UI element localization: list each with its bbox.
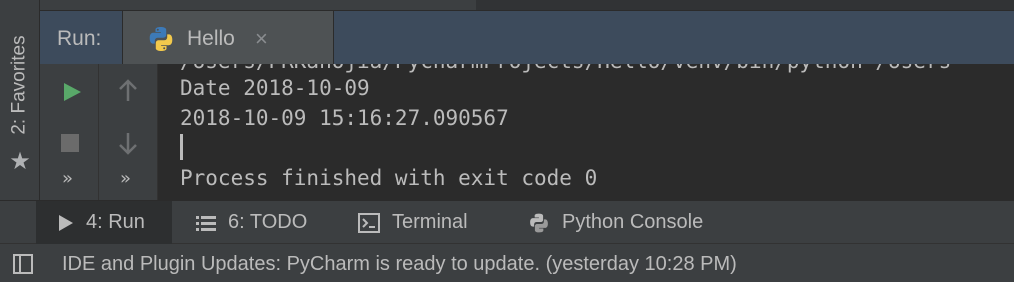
panel-toggle-icon[interactable]: [12, 253, 34, 275]
run-window-header: Run: Hello ×: [40, 10, 1014, 65]
python-icon: [149, 27, 173, 51]
top-strip: [40, 0, 1014, 10]
tab-label: Python Console: [562, 211, 704, 233]
python-icon: [528, 212, 550, 234]
status-message[interactable]: IDE and Plugin Updates: PyCharm is ready…: [62, 253, 737, 276]
run-toolbar: » »: [40, 64, 158, 200]
favorites-label: 2: Favorites: [9, 35, 31, 135]
tab-terminal[interactable]: Terminal: [358, 201, 508, 244]
arrow-down-icon[interactable]: [117, 130, 139, 156]
console-line: Date 2018-10-09: [180, 76, 370, 100]
tab-python-console[interactable]: Python Console: [528, 201, 748, 244]
tab-label: Hello: [187, 27, 235, 50]
tab-label: Terminal: [392, 211, 468, 233]
tab-label: 6: TODO: [228, 211, 308, 233]
list-icon: [196, 214, 216, 232]
stop-icon[interactable]: [61, 134, 79, 152]
tab-label: 4: Run: [86, 211, 145, 233]
text-cursor: [180, 134, 183, 160]
tab-todo[interactable]: 6: TODO: [196, 201, 336, 244]
play-icon[interactable]: [61, 81, 83, 103]
console-line: 2018-10-09 15:16:27.090567: [180, 106, 509, 130]
tool-window-bar: 4: Run 6: TODO Terminal Python Console: [0, 200, 1014, 244]
toolbar-divider: [98, 64, 99, 200]
console-line: /Users/PRKanojia/PycharmProjects/Hello/v…: [180, 64, 951, 74]
close-icon[interactable]: ×: [255, 26, 268, 52]
favorites-tab[interactable]: 2: Favorites: [2, 20, 38, 150]
terminal-icon: [358, 212, 380, 233]
status-bar: IDE and Plugin Updates: PyCharm is ready…: [0, 244, 1014, 282]
top-strip-dark: [476, 0, 1014, 10]
console-line: Process finished with exit code 0: [180, 166, 598, 190]
star-icon: ★: [9, 148, 31, 175]
tab-run[interactable]: 4: Run: [36, 201, 172, 244]
more-actions-button-2[interactable]: »: [120, 168, 131, 189]
run-tab-hello[interactable]: Hello ×: [122, 11, 334, 65]
console-output[interactable]: /Users/PRKanojia/PycharmProjects/Hello/v…: [158, 64, 1014, 200]
more-actions-button[interactable]: »: [62, 168, 73, 189]
run-window-title: Run:: [57, 27, 102, 50]
favorites-strip: 2: Favorites ★: [0, 0, 40, 200]
run-icon: [58, 214, 74, 232]
arrow-up-icon[interactable]: [117, 78, 139, 104]
